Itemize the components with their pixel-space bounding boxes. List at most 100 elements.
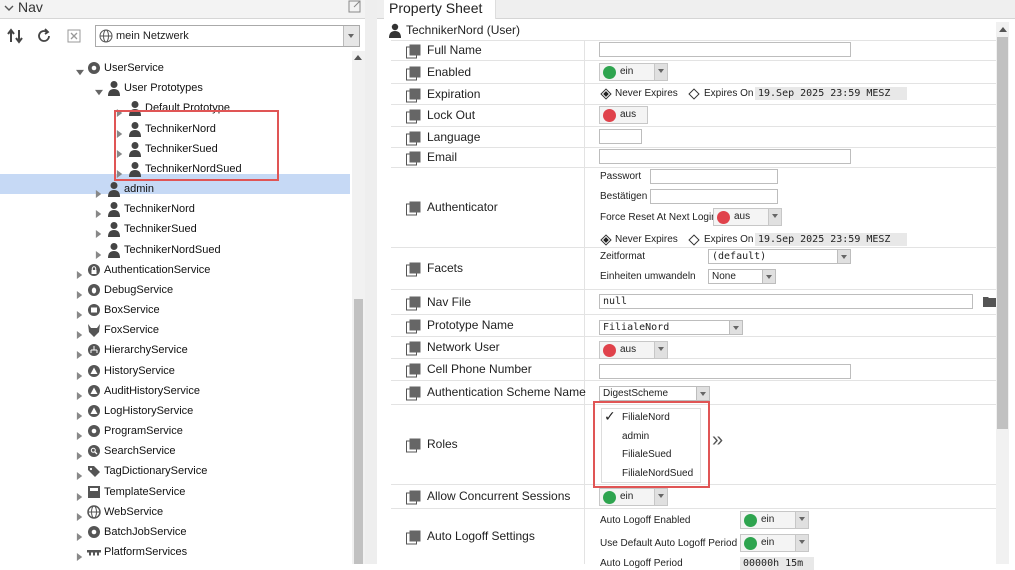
chevron-right-icon[interactable] xyxy=(95,185,103,199)
cell-phone-input[interactable] xyxy=(599,364,851,379)
nav-file-input[interactable]: null xyxy=(599,294,973,309)
chevron-right-icon[interactable] xyxy=(76,407,84,420)
tree-node-searchservice[interactable]: SearchService xyxy=(0,441,350,461)
chevron-down-icon[interactable] xyxy=(343,26,359,46)
zeitformat-select[interactable]: (default) xyxy=(708,249,851,264)
chevron-down-icon[interactable] xyxy=(654,64,667,80)
tree-node-loghistoryservice[interactable]: LogHistoryService xyxy=(0,401,350,421)
chevron-right-icon[interactable] xyxy=(95,246,103,259)
property-slot-icon xyxy=(406,530,421,545)
property-row-language[interactable]: Language xyxy=(391,126,997,147)
tree-node-audithistoryservice[interactable]: AuditHistoryService xyxy=(0,381,350,401)
chevron-right-icon[interactable] xyxy=(76,447,84,461)
chevron-right-icon[interactable] xyxy=(76,508,84,521)
tree-node-label: TechnikerNordSued xyxy=(124,243,221,256)
tree-node-boxservice[interactable]: BoxService xyxy=(0,300,350,320)
property-row-enabled[interactable]: Enabled xyxy=(391,60,997,83)
chevron-right-icon[interactable] xyxy=(76,266,84,279)
expiration-date-field[interactable]: 19.Sep 2025 23:59 MESZ xyxy=(755,87,907,100)
sync-arrows-icon[interactable] xyxy=(5,26,25,46)
folder-icon[interactable] xyxy=(983,296,996,307)
tab-property-sheet[interactable]: Property Sheet xyxy=(384,0,496,19)
chevron-right-icon[interactable] xyxy=(76,286,84,299)
tree-node-platformservices[interactable]: PlatformServices xyxy=(0,542,350,562)
chevron-right-icon[interactable] xyxy=(76,387,84,400)
auth-expiration-date-field[interactable]: 19.Sep 2025 23:59 MESZ xyxy=(755,233,907,246)
allow-concurrent-select[interactable]: ein xyxy=(599,488,668,506)
prototype-name-select[interactable]: FilialeNord xyxy=(599,320,743,335)
tree-node-authenticationservice[interactable]: AuthenticationService xyxy=(0,260,350,280)
network-user-select[interactable]: aus xyxy=(599,341,668,359)
tree-node-webservice[interactable]: WebService xyxy=(0,502,350,522)
double-chevron-right-icon[interactable]: » xyxy=(712,430,723,450)
root-row[interactable]: TechnikerNord (User) xyxy=(377,21,997,40)
scroll-up-icon[interactable] xyxy=(354,55,362,60)
tree-node-user-technikernordsued[interactable]: TechnikerNordSued xyxy=(0,240,350,260)
tree-node-templateservice[interactable]: TemplateService xyxy=(0,482,350,502)
tree-node-userservice[interactable]: UserService xyxy=(0,58,350,78)
tree-node-user-technikersued[interactable]: TechnikerSued xyxy=(0,219,350,239)
chevron-down-icon[interactable] xyxy=(837,250,850,263)
chevron-right-icon[interactable] xyxy=(95,205,103,219)
chevron-down-icon[interactable] xyxy=(762,270,775,283)
chevron-down-icon[interactable] xyxy=(76,64,84,76)
chevron-down-icon[interactable] xyxy=(795,512,808,528)
chevron-right-icon[interactable] xyxy=(76,528,84,541)
property-row-lock-out[interactable]: Lock Out xyxy=(391,104,997,126)
tree-node-historyservice[interactable]: HistoryService xyxy=(0,361,350,381)
tree-node-user-admin[interactable]: admin xyxy=(0,179,350,199)
station-select[interactable]: mein Netzwerk xyxy=(95,25,360,47)
expand-icon[interactable] xyxy=(348,0,362,13)
chevron-right-icon[interactable] xyxy=(76,367,84,380)
tree-node-tagdictionaryservice[interactable]: TagDictionaryService xyxy=(0,461,350,481)
tree-node-batchjobservice[interactable]: BatchJobService xyxy=(0,522,350,542)
scroll-up-icon[interactable] xyxy=(999,27,1007,32)
tree-node-foxservice[interactable]: FoxService xyxy=(0,320,350,340)
chevron-down-icon[interactable] xyxy=(95,84,103,96)
property-slot-icon xyxy=(406,88,421,103)
email-input[interactable] xyxy=(599,149,851,164)
chevron-down-icon[interactable] xyxy=(654,489,667,505)
enabled-select[interactable]: ein xyxy=(599,63,668,81)
tree-node-user-prototypes[interactable]: User Prototypes xyxy=(0,78,350,98)
tree-node-hierarchyservice[interactable]: HierarchyService xyxy=(0,340,350,360)
password-input[interactable] xyxy=(650,169,778,184)
tree-node-programservice[interactable]: ProgramService xyxy=(0,421,350,441)
nav-scrollbar[interactable] xyxy=(352,51,365,564)
sheet-scrollbar[interactable] xyxy=(996,22,1009,564)
auth-scheme-select[interactable]: DigestScheme xyxy=(599,386,710,401)
tree-node-debugservice[interactable]: DebugService xyxy=(0,280,350,300)
language-input[interactable] xyxy=(599,129,642,144)
use-default-period-select[interactable]: ein xyxy=(740,534,809,552)
chevron-right-icon[interactable] xyxy=(76,427,84,441)
tree-node-user-technikernord[interactable]: TechnikerNord xyxy=(0,199,350,219)
force-reset-select[interactable]: aus xyxy=(713,208,782,226)
chevron-down-icon[interactable] xyxy=(696,387,709,400)
refresh-icon[interactable] xyxy=(34,26,54,46)
full-name-input[interactable] xyxy=(599,42,851,57)
scroll-thumb[interactable] xyxy=(997,37,1008,429)
chevron-right-icon[interactable] xyxy=(76,326,84,340)
user-icon xyxy=(107,242,121,258)
chevron-right-icon[interactable] xyxy=(76,346,84,360)
confirm-password-input[interactable] xyxy=(650,189,778,204)
chevron-right-icon[interactable] xyxy=(76,467,84,481)
lock-out-select[interactable]: aus xyxy=(599,106,648,124)
scroll-thumb[interactable] xyxy=(354,299,363,564)
close-icon[interactable] xyxy=(64,26,84,46)
chevron-down-icon[interactable] xyxy=(795,535,808,551)
chevron-down-icon[interactable] xyxy=(768,209,781,225)
chevron-down-icon[interactable] xyxy=(729,321,742,334)
splitter[interactable] xyxy=(365,0,377,564)
chevron-right-icon[interactable] xyxy=(76,306,84,320)
chevron-down-icon[interactable] xyxy=(4,3,14,13)
auto-logoff-enabled-select[interactable]: ein xyxy=(740,511,809,529)
chevron-right-icon[interactable] xyxy=(95,225,103,239)
property-row-network-user[interactable]: Network User xyxy=(391,336,997,358)
chevron-right-icon[interactable] xyxy=(76,488,84,501)
chevron-right-icon[interactable] xyxy=(76,548,84,562)
einheiten-select[interactable]: None xyxy=(708,269,776,284)
search-icon xyxy=(87,443,101,459)
chevron-down-icon[interactable] xyxy=(654,342,667,358)
property-row-auto-logoff-settings[interactable]: Auto Logoff Settings xyxy=(391,508,997,564)
